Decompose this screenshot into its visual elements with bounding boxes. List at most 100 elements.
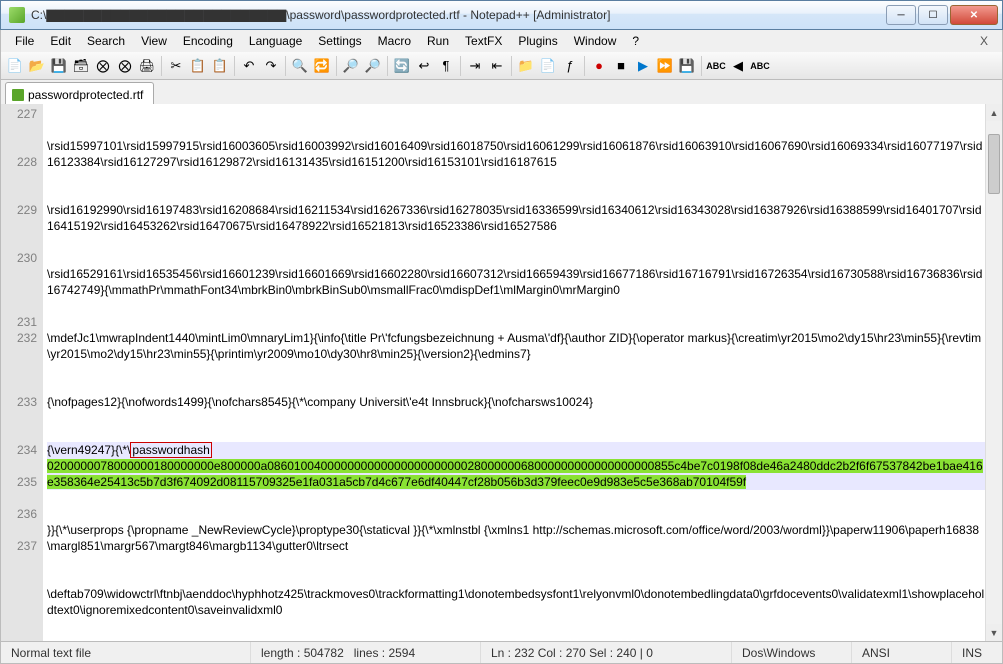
menu-run[interactable]: Run	[419, 32, 457, 50]
menu-edit[interactable]: Edit	[42, 32, 79, 50]
gutter-line: 235	[1, 474, 37, 506]
tab-active[interactable]: passwordprotected.rtf	[5, 82, 154, 104]
toolbar-sep	[161, 56, 162, 76]
menu-close-doc[interactable]: X	[972, 34, 996, 48]
save-all-icon[interactable]: 🗃	[71, 56, 91, 76]
line-gutter: 227 228 229 230 231 232 233 234 235 236 …	[1, 104, 43, 641]
close-all-icon[interactable]: ⨂	[115, 56, 135, 76]
highlight-passwordhash: passwordhash	[130, 442, 211, 458]
highlight-hashvalue: 0200000078000000180000000e800000a0860100…	[47, 459, 983, 489]
paste-icon[interactable]: 📋	[210, 56, 230, 76]
gutter-line: 230	[1, 250, 37, 314]
open-file-icon[interactable]: 📂	[27, 56, 47, 76]
status-bar: Normal text file length : 504782 lines :…	[0, 642, 1003, 664]
print-icon[interactable]: 🖨	[137, 56, 157, 76]
indent-icon[interactable]: ⇥	[465, 56, 485, 76]
toolbar-sep	[234, 56, 235, 76]
toolbar-sep	[701, 56, 702, 76]
toolbar-sep	[511, 56, 512, 76]
status-lines-label: lines : 2594	[354, 646, 415, 660]
file-icon	[12, 89, 24, 101]
zoom-in-icon[interactable]: 🔎	[341, 56, 361, 76]
find-icon[interactable]: 🔍	[290, 56, 310, 76]
status-filetype: Normal text file	[1, 642, 251, 663]
window-title: C:\▇▇▇▇▇▇▇▇▇▇▇▇▇▇▇▇▇▇▇▇▇▇▇▇▇▇\password\p…	[31, 8, 886, 22]
scroll-up-icon[interactable]: ▲	[986, 104, 1002, 121]
close-icon[interactable]: ⨂	[93, 56, 113, 76]
menu-language[interactable]: Language	[241, 32, 310, 50]
gutter-line: 234	[1, 442, 37, 474]
folder-icon[interactable]: 📁	[516, 56, 536, 76]
status-encoding: ANSI	[852, 642, 952, 663]
redo-icon[interactable]: ↷	[261, 56, 281, 76]
gutter-line: 233	[1, 394, 37, 442]
app-icon	[9, 7, 25, 23]
code-area[interactable]: \rsid15997101\rsid15997915\rsid16003605\…	[43, 104, 985, 641]
code-line-active: {\vern49247}{\*\passwordhash020000007800…	[47, 442, 985, 490]
wrap-icon[interactable]: ↩	[414, 56, 434, 76]
replace-icon[interactable]: 🔁	[312, 56, 332, 76]
close-button[interactable]: ✕	[950, 5, 998, 25]
menu-window[interactable]: Window	[566, 32, 625, 50]
menu-textfx[interactable]: TextFX	[457, 32, 510, 50]
status-position: Ln : 232 Col : 270 Sel : 240 | 0	[481, 642, 732, 663]
menu-settings[interactable]: Settings	[310, 32, 369, 50]
toolbar-sep	[584, 56, 585, 76]
menu-encoding[interactable]: Encoding	[175, 32, 241, 50]
status-length-label: length : 504782	[261, 646, 344, 660]
text: {\vern49247}{\*\	[47, 443, 130, 457]
code-line: \rsid16192990\rsid16197483\rsid16208684\…	[47, 202, 985, 234]
invisible-icon[interactable]: ¶	[436, 56, 456, 76]
menu-file[interactable]: File	[7, 32, 42, 50]
toolbar-sep	[285, 56, 286, 76]
title-bar: C:\▇▇▇▇▇▇▇▇▇▇▇▇▇▇▇▇▇▇▇▇▇▇▇▇▇▇\password\p…	[0, 0, 1003, 30]
gutter-line: 232	[1, 330, 37, 394]
playmulti-icon[interactable]: ⏩	[655, 56, 675, 76]
maximize-button[interactable]: ☐	[918, 5, 948, 25]
gutter-line: 231	[1, 314, 37, 330]
menu-search[interactable]: Search	[79, 32, 133, 50]
scroll-thumb[interactable]	[988, 134, 1000, 194]
copy-icon[interactable]: 📋	[188, 56, 208, 76]
menu-plugins[interactable]: Plugins	[510, 32, 565, 50]
record-icon[interactable]: ●	[589, 56, 609, 76]
menu-help[interactable]: ?	[624, 32, 647, 50]
spellcheck-prev-icon[interactable]: ◀	[728, 56, 748, 76]
vertical-scrollbar[interactable]: ▲ ▼	[985, 104, 1002, 641]
tab-bar: passwordprotected.rtf	[0, 80, 1003, 104]
tab-label: passwordprotected.rtf	[28, 88, 143, 102]
zoom-out-icon[interactable]: 🔎	[363, 56, 383, 76]
save-icon[interactable]: 💾	[49, 56, 69, 76]
status-length: length : 504782 lines : 2594	[251, 642, 481, 663]
menu-macro[interactable]: Macro	[370, 32, 419, 50]
cut-icon[interactable]: ✂	[166, 56, 186, 76]
gutter-line: 237	[1, 538, 37, 554]
play-icon[interactable]: ▶	[633, 56, 653, 76]
undo-icon[interactable]: ↶	[239, 56, 259, 76]
func-icon[interactable]: ƒ	[560, 56, 580, 76]
spellcheck-icon[interactable]: ABC	[706, 56, 726, 76]
stop-icon[interactable]: ■	[611, 56, 631, 76]
code-line: {\nofpages12}{\nofwords1499}{\nofchars85…	[47, 394, 985, 410]
status-mode: INS	[952, 642, 1002, 663]
savemacro-icon[interactable]: 💾	[677, 56, 697, 76]
sync-icon[interactable]: 🔄	[392, 56, 412, 76]
toolbar-sep	[387, 56, 388, 76]
outdent-icon[interactable]: ⇤	[487, 56, 507, 76]
new-file-icon[interactable]: 📄	[5, 56, 25, 76]
code-line: \rsid16529161\rsid16535456\rsid16601239\…	[47, 266, 985, 298]
minimize-button[interactable]: ─	[886, 5, 916, 25]
gutter-line: 236	[1, 506, 37, 538]
doc-icon[interactable]: 📄	[538, 56, 558, 76]
scroll-down-icon[interactable]: ▼	[986, 624, 1002, 641]
code-line: \mdefJc1\mwrapIndent1440\mintLim0\mnaryL…	[47, 330, 985, 362]
code-line: \deftab709\widowctrl\ftnbj\aenddoc\hyphh…	[47, 586, 985, 618]
window-buttons: ─ ☐ ✕	[886, 5, 998, 25]
editor: 227 228 229 230 231 232 233 234 235 236 …	[0, 104, 1003, 642]
toolbar-sep	[460, 56, 461, 76]
code-line: }}{\*\userprops {\propname _NewReviewCyc…	[47, 522, 985, 554]
menu-view[interactable]: View	[133, 32, 175, 50]
status-eol: Dos\Windows	[732, 642, 852, 663]
spellcheck-next-icon[interactable]: ABC	[750, 56, 770, 76]
gutter-line: 227	[1, 106, 37, 154]
